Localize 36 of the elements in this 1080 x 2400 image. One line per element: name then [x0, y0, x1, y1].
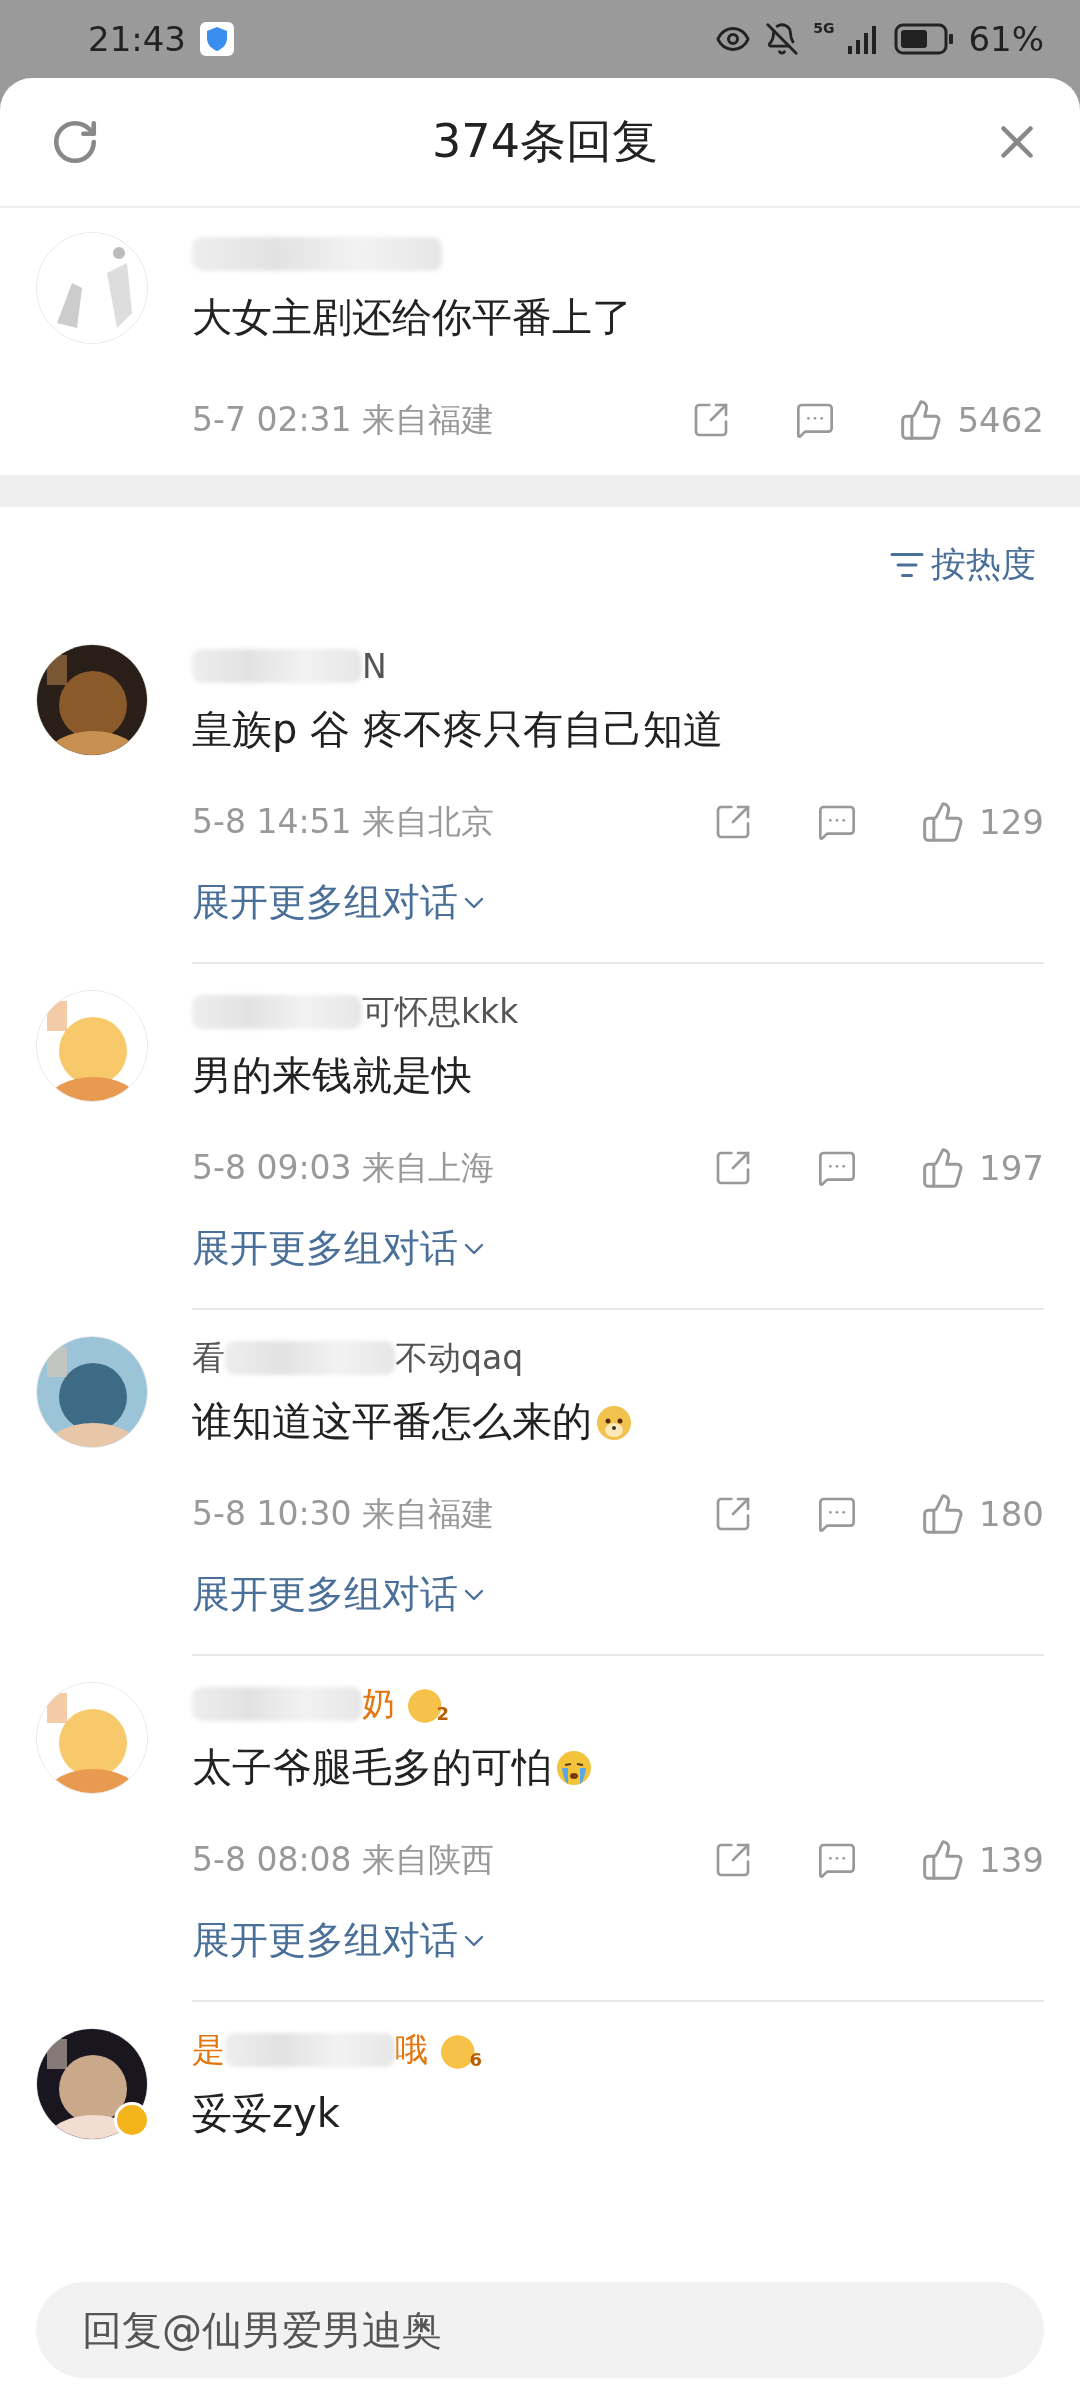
expand-link[interactable]: 展开更多组对话: [192, 877, 1044, 928]
comment-text: 太子爷腿毛多的可怕: [192, 1743, 552, 1792]
comment-text: 男的来钱就是快: [192, 1051, 472, 1100]
like-count: 139: [979, 1840, 1044, 1880]
expand-link[interactable]: 展开更多组对话: [192, 1223, 1044, 1274]
comment-meta: 5-8 09:03 来自上海: [192, 1146, 494, 1189]
bell-off-icon: [765, 22, 800, 56]
comment-meta: 5-7 02:31 来自福建: [192, 398, 494, 441]
like-count: 197: [979, 1148, 1044, 1188]
comment-meta: 5-8 14:51 来自北京: [192, 800, 494, 843]
like-count: 180: [979, 1494, 1044, 1534]
expand-link[interactable]: 展开更多组对话: [192, 1569, 1044, 1620]
comment-text: 皇族p 谷 疼不疼只有自己知道: [192, 705, 723, 754]
expand-link[interactable]: 展开更多组对话: [192, 1915, 1044, 1966]
username[interactable]: 不动qaq: [395, 1335, 524, 1381]
username[interactable]: N: [362, 646, 387, 686]
comment-meta: 5-8 08:08 来自陕西: [192, 1838, 494, 1881]
battery-level: 61%: [968, 19, 1044, 59]
comment-meta: 5-8 10:30 来自福建: [192, 1492, 494, 1535]
sheet-title: 374条回复: [432, 113, 658, 170]
shield-icon: [200, 22, 234, 56]
username[interactable]: 是: [192, 2027, 225, 2073]
username[interactable]: 看: [192, 1335, 225, 1381]
reply-field[interactable]: 回复@仙男爱男迪奥: [36, 2282, 1044, 2378]
username[interactable]: 可怀思kkk: [362, 989, 519, 1035]
sort-button[interactable]: 按热度: [889, 541, 1036, 588]
battery-icon: [894, 23, 955, 55]
like-count: 5462: [957, 400, 1044, 440]
username[interactable]: 奶: [362, 1681, 395, 1727]
username[interactable]: 哦: [395, 2027, 428, 2073]
comment-text: 大女主剧还给你平番上了: [192, 293, 633, 342]
network-label: 5G: [813, 20, 835, 36]
like-count: 129: [979, 802, 1044, 842]
comment-text: 妥妥zyk: [192, 2089, 340, 2138]
comment-text: 谁知道这平番怎么来的: [192, 1397, 592, 1446]
clock: 21:43: [88, 19, 186, 59]
